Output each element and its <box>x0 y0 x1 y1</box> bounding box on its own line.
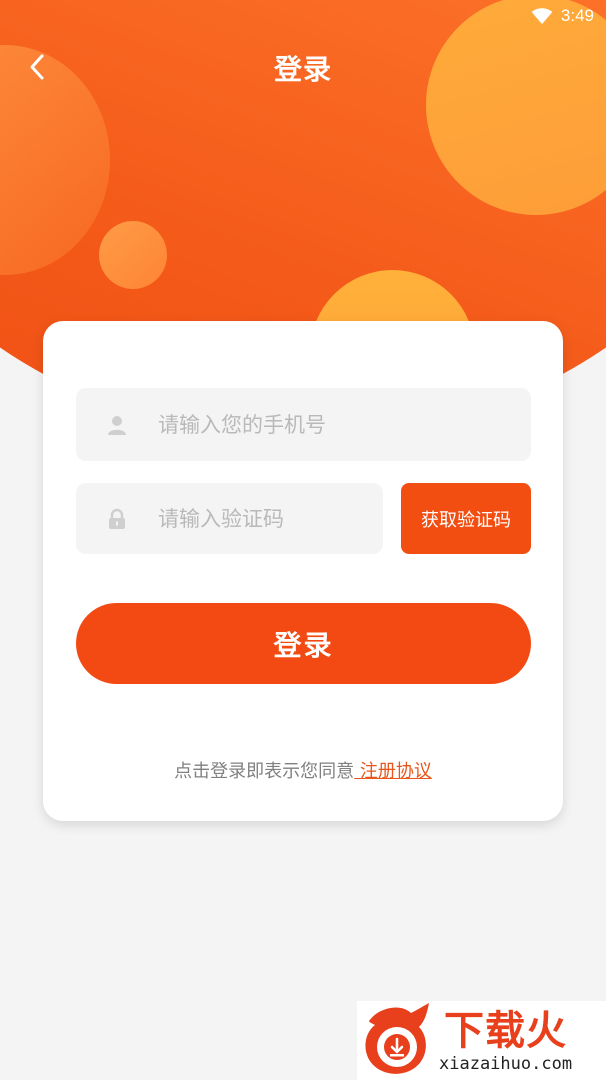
register-agreement-link[interactable]: 注册协议 <box>354 761 432 782</box>
login-button[interactable]: 登录 <box>76 603 531 684</box>
code-input[interactable] <box>158 506 426 531</box>
get-code-button[interactable]: 获取验证码 <box>401 483 531 554</box>
phone-input[interactable] <box>158 412 458 437</box>
wifi-icon <box>531 8 553 25</box>
agreement-text: 点击登录即表示您同意 注册协议 <box>43 757 563 783</box>
code-field[interactable] <box>76 483 426 554</box>
phone-field[interactable] <box>76 388 531 461</box>
login-card: 获取验证码 登录 点击登录即表示您同意 注册协议 <box>43 321 563 821</box>
flame-logo-icon <box>365 1002 429 1074</box>
watermark-brand: 下载火 <box>444 1007 568 1054</box>
status-time: 3:49 <box>560 6 594 25</box>
watermark: 下载火 xiazaihuo.com <box>357 1001 606 1080</box>
lock-icon <box>109 508 125 529</box>
watermark-text: 下载火 xiazaihuo.com <box>439 1008 572 1074</box>
status-bar: 3:49 <box>531 4 594 28</box>
agreement-prefix: 点击登录即表示您同意 <box>174 761 355 782</box>
watermark-domain: xiazaihuo.com <box>439 1053 573 1074</box>
user-icon <box>108 415 126 435</box>
decor-bubble <box>426 0 606 215</box>
decor-bubble <box>99 221 167 289</box>
page-title: 登录 <box>273 53 332 86</box>
